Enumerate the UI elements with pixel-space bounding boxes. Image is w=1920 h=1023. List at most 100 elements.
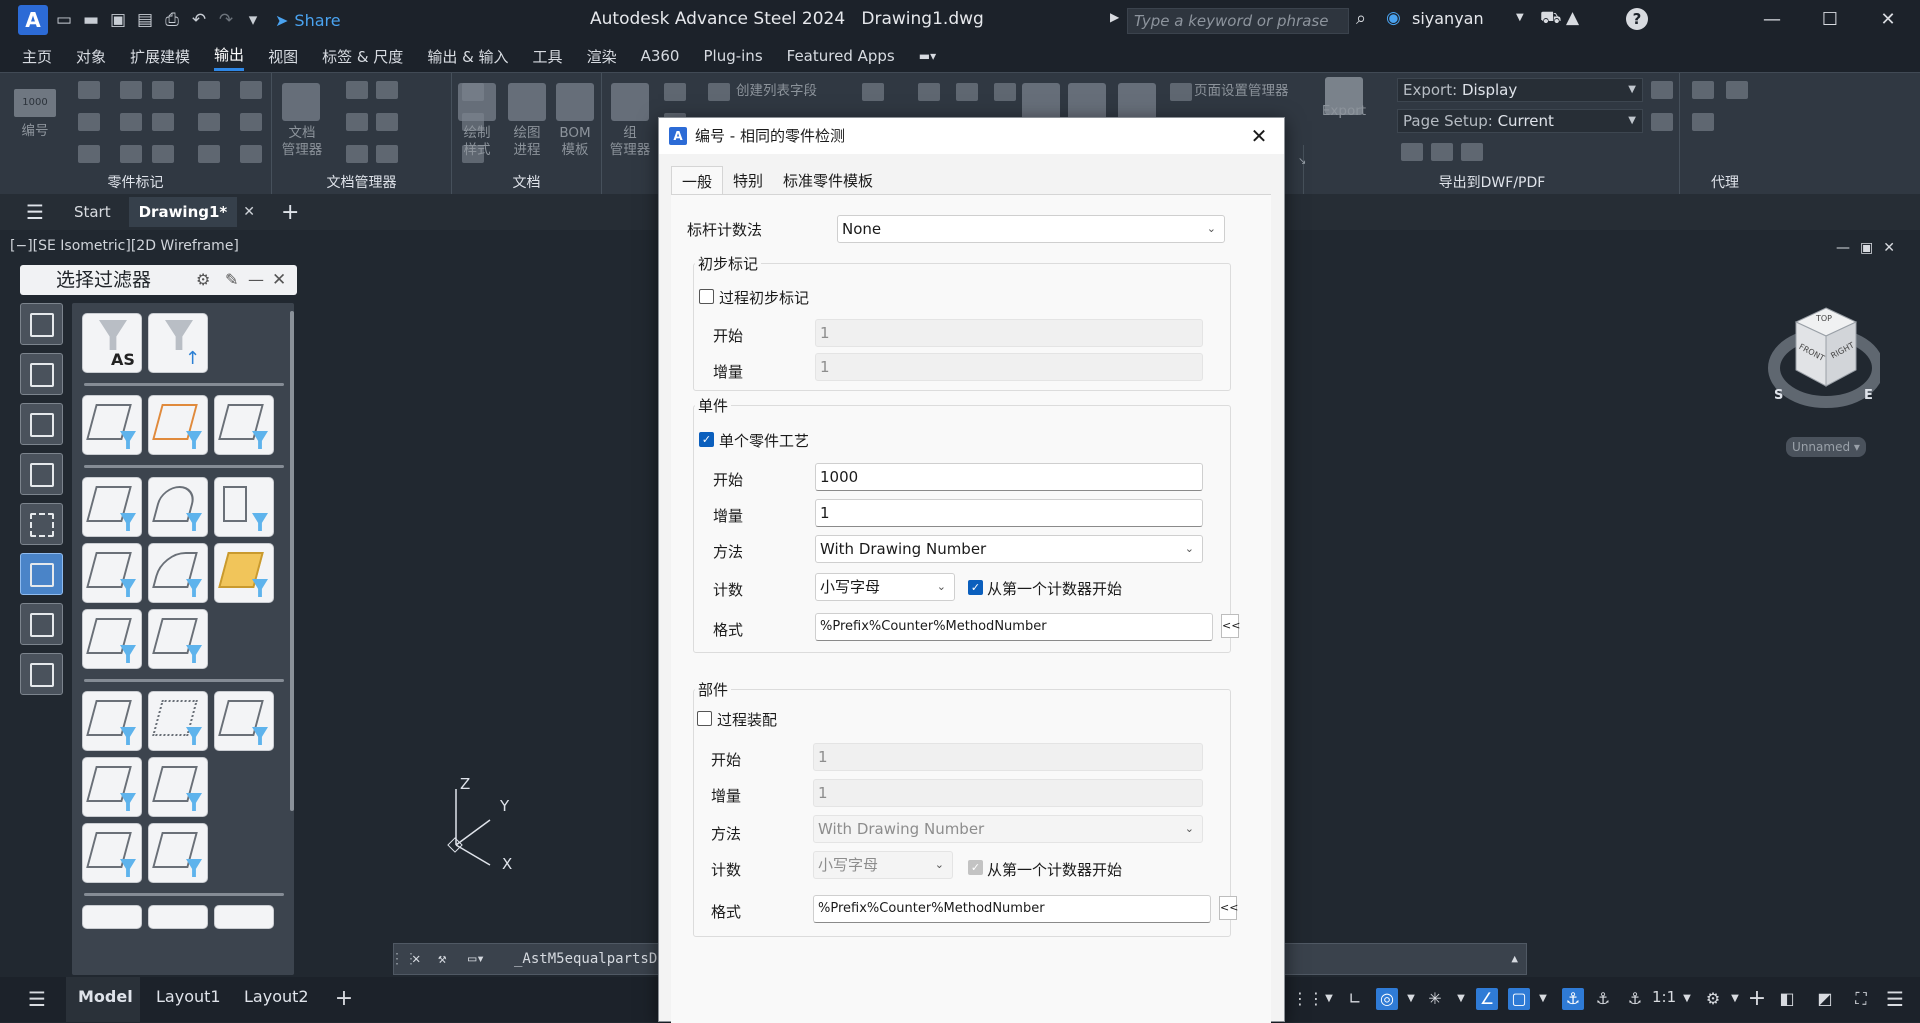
tool-icon[interactable] — [1651, 81, 1673, 99]
assembly-from-first-label[interactable]: 从第一个计数器开始 — [987, 859, 1122, 880]
filter-up-tile[interactable]: ↑ — [148, 313, 208, 373]
user-dropdown-icon[interactable]: ▼ — [1516, 12, 1524, 23]
prelim-increment-input[interactable]: 1 — [815, 353, 1203, 381]
tool-icon[interactable] — [240, 145, 262, 163]
filter-tile[interactable] — [214, 905, 274, 929]
snap-icon[interactable]: ∟ — [1344, 988, 1366, 1010]
dialog-close-button[interactable]: ✕ — [1244, 121, 1274, 151]
minimize-button[interactable]: — — [1752, 6, 1792, 34]
tab-featured-apps[interactable]: Featured Apps — [787, 44, 895, 68]
tab-a360[interactable]: A360 — [641, 44, 680, 68]
tool-icon[interactable] — [376, 145, 398, 163]
pin-icon[interactable]: ✎ — [225, 265, 238, 295]
export-button[interactable]: Export — [1309, 103, 1379, 120]
tool-tab-dimension[interactable] — [20, 453, 63, 495]
layout-tab-model[interactable]: Model — [66, 977, 140, 1022]
auto-scale-icon[interactable]: ⚓ — [1624, 988, 1646, 1010]
tool-icon[interactable] — [1431, 143, 1453, 161]
add-layout-icon[interactable]: + — [333, 988, 355, 1010]
tool-icon[interactable] — [346, 113, 368, 131]
layout-tab-layout1[interactable]: Layout1 — [156, 987, 221, 1006]
tool-icon[interactable] — [240, 81, 262, 99]
tool-icon[interactable] — [376, 81, 398, 99]
filter-plate-holes-tile[interactable] — [148, 823, 208, 883]
chevron-down-icon[interactable]: ▼ — [1532, 988, 1554, 1010]
fullscreen-icon[interactable]: ⛶ — [1850, 988, 1872, 1010]
cart-icon[interactable]: ⛟ — [1540, 8, 1561, 30]
close-tab-icon[interactable]: ✕ — [243, 204, 255, 220]
tool-icon[interactable] — [152, 81, 174, 99]
prelim-checkbox[interactable] — [699, 289, 714, 304]
tool-icon[interactable] — [1401, 143, 1423, 161]
filter-folded-tile[interactable] — [214, 691, 274, 751]
add-icon[interactable]: + — [1746, 988, 1768, 1010]
single-from-first-checkbox[interactable]: ✓ — [968, 580, 983, 595]
create-list-field-button[interactable]: 创建列表字段 — [736, 83, 817, 100]
single-format-input[interactable]: %Prefix%Counter%MethodNumber — [815, 613, 1213, 641]
tab-render[interactable]: 渲染 — [587, 43, 617, 70]
tool-icon[interactable] — [1461, 143, 1483, 161]
batch-plot-icon[interactable] — [1068, 83, 1106, 121]
assembly-check-label[interactable]: 过程装配 — [717, 709, 777, 730]
command-input[interactable]: _AstM5equalpartsDe — [514, 951, 666, 967]
layout-tab-layout2[interactable]: Layout2 — [244, 987, 309, 1006]
tool-icon[interactable] — [994, 83, 1016, 101]
osnap-icon[interactable]: ✳ — [1424, 988, 1446, 1010]
tool-icon[interactable] — [1692, 81, 1714, 99]
grid-icon[interactable]: ⋮⋮ — [1292, 988, 1324, 1010]
bar-method-select[interactable]: None ⌄ — [837, 215, 1225, 243]
tab-tools[interactable]: 工具 — [533, 43, 563, 70]
chevron-down-icon[interactable]: ▼ — [1676, 988, 1698, 1010]
tab-drawing1[interactable]: Drawing1* — [128, 197, 238, 227]
prelim-start-input[interactable]: 1 — [815, 319, 1203, 347]
filter-beam-tile[interactable] — [82, 477, 142, 537]
chevron-up-icon[interactable]: ▲ — [1511, 944, 1518, 974]
print-icon[interactable]: ⎙ — [161, 9, 183, 31]
expand-arrow-icon[interactable]: ▶ — [1110, 10, 1119, 24]
new-file-icon[interactable]: ▭ — [53, 9, 75, 31]
tool-icon[interactable] — [918, 83, 940, 101]
tool-tab-selection[interactable] — [20, 503, 63, 545]
tool-icon[interactable] — [664, 83, 686, 101]
chevron-down-icon[interactable]: ▼ — [1724, 988, 1746, 1010]
chevron-down-icon[interactable]: ▼ — [1400, 988, 1422, 1010]
gear-icon[interactable]: ⚙ — [1702, 988, 1724, 1010]
object-snap-icon[interactable]: ▢ — [1508, 988, 1530, 1010]
tool-icon[interactable] — [346, 145, 368, 163]
close-icon[interactable]: ✕ — [272, 265, 286, 295]
tab-start[interactable]: Start — [74, 203, 111, 221]
save-icon[interactable]: ▣ — [107, 9, 129, 31]
units-icon[interactable]: ◧ — [1776, 988, 1798, 1010]
filter-cut-plate-tile[interactable] — [82, 823, 142, 883]
tab-export-import[interactable]: 输出 & 输入 — [427, 43, 508, 70]
filter-grating-tile[interactable] — [148, 691, 208, 751]
annotation-icon[interactable]: ⚓ — [1562, 988, 1584, 1010]
filter-plate2-tile[interactable] — [82, 691, 142, 751]
filter-block-tile[interactable] — [148, 757, 208, 817]
tab-general[interactable]: 一般 — [671, 166, 724, 194]
tool-tab-filter[interactable] — [20, 553, 63, 595]
tool-tab-pencil[interactable] — [20, 303, 63, 345]
new-tab-icon[interactable]: + — [281, 200, 299, 225]
single-part-checkbox[interactable]: ✓ — [699, 432, 714, 447]
tool-icon[interactable] — [376, 113, 398, 131]
document-manager-button[interactable]: 文档 管理器 — [272, 125, 332, 159]
save-as-icon[interactable]: ▤ — [134, 9, 156, 31]
tab-view[interactable]: 视图 — [268, 43, 298, 70]
tool-tab-tools[interactable] — [20, 353, 63, 395]
filter-curved-beam-tile[interactable] — [148, 477, 208, 537]
viewport-controls[interactable]: —▣✕ — [1836, 240, 1905, 256]
help-icon[interactable]: ? — [1626, 8, 1648, 30]
single-format-button[interactable]: << — [1221, 614, 1240, 638]
customize-dropdown-icon[interactable]: ▾ — [242, 9, 264, 31]
assembly-method-select[interactable]: With Drawing Number ⌄ — [813, 815, 1203, 843]
filter-curved-tee-tile[interactable] — [148, 543, 208, 603]
filter-holes-tile[interactable] — [148, 609, 208, 669]
bom-template-button[interactable]: BOM 模板 — [548, 125, 602, 159]
draw-process-button[interactable]: 绘图 进程 — [500, 125, 554, 159]
single-count-select[interactable]: 小写字母 ⌄ — [815, 573, 955, 601]
wrench-icon[interactable]: ⚒ — [438, 944, 446, 974]
assembly-start-input[interactable]: 1 — [813, 743, 1203, 771]
gear-icon[interactable]: ⚙ — [196, 265, 210, 295]
redo-icon[interactable]: ↷ — [215, 9, 237, 31]
